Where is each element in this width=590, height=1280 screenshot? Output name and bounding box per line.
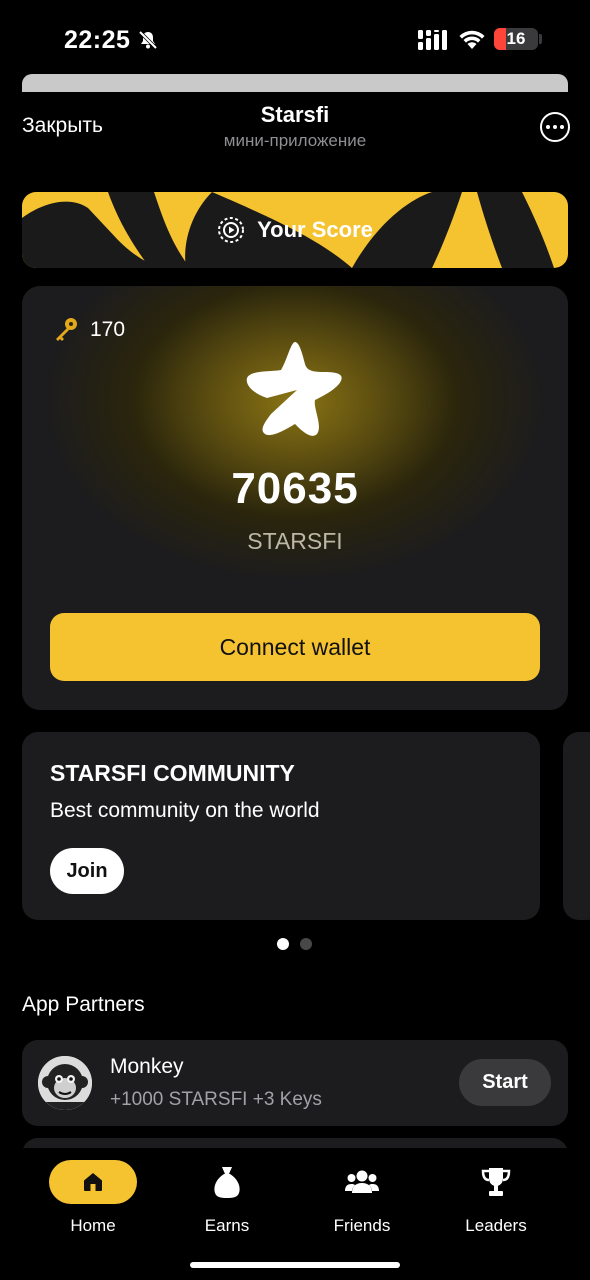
- money-bag-icon: [214, 1167, 240, 1198]
- community-description: Best community on the world: [50, 799, 320, 822]
- partner-reward: +1000 STARSFI +3 Keys: [110, 1089, 322, 1110]
- tab-leaders[interactable]: Leaders: [436, 1148, 556, 1248]
- tab-home[interactable]: Home: [33, 1148, 153, 1248]
- banner-label-row: Your Score: [22, 192, 568, 268]
- home-indicator[interactable]: [190, 1262, 400, 1268]
- your-score-banner[interactable]: Your Score: [22, 192, 568, 268]
- score-card: 170 70635 STARSFI Connect wallet: [22, 286, 568, 710]
- tab-friends-label: Friends: [333, 1216, 391, 1235]
- trophy-icon: [481, 1168, 511, 1196]
- start-button[interactable]: Start: [459, 1059, 551, 1106]
- app-subtitle: мини-приложение: [223, 131, 367, 150]
- more-options-button[interactable]: [540, 112, 570, 142]
- partner-name: Monkey: [110, 1055, 184, 1078]
- banner-label: Your Score: [257, 217, 373, 242]
- tab-earns-label: Earns: [204, 1216, 250, 1235]
- score-value: 70635: [231, 464, 359, 513]
- battery-indicator: 16: [494, 28, 538, 50]
- wifi-icon: [459, 30, 485, 49]
- score-unit: STARSFI: [247, 528, 343, 554]
- partners-section-title: App Partners: [22, 993, 145, 1016]
- status-time: 22:25: [64, 26, 131, 54]
- community-card[interactable]: STARSFI COMMUNITY Best community on the …: [22, 732, 540, 920]
- bottom-tab-bar: Home Earns Friends Leaders: [0, 1148, 590, 1280]
- connect-wallet-button[interactable]: Connect wallet: [50, 613, 540, 681]
- join-button[interactable]: Join: [50, 848, 124, 894]
- tab-friends[interactable]: Friends: [302, 1148, 422, 1248]
- partner-item[interactable]: Monkey +1000 STARSFI +3 Keys Start: [22, 1040, 568, 1126]
- carousel-dot-active[interactable]: [277, 938, 289, 950]
- tab-leaders-label: Leaders: [465, 1216, 527, 1235]
- app-title: Starsfi: [260, 102, 330, 127]
- starsfi-logo-icon: [246, 342, 342, 436]
- battery-level: 16: [506, 29, 526, 48]
- home-icon-pill: [49, 1160, 137, 1204]
- keys-count: 170: [90, 318, 126, 341]
- battery-tip: [539, 34, 542, 44]
- muted-bell-icon: [138, 30, 158, 50]
- community-title: STARSFI COMMUNITY: [50, 760, 295, 786]
- monkey-avatar: [38, 1056, 92, 1110]
- carousel-dot[interactable]: [300, 938, 312, 950]
- keys-counter: 170: [52, 316, 125, 344]
- tab-home-label: Home: [70, 1216, 116, 1235]
- next-carousel-card[interactable]: [563, 732, 590, 920]
- cellular-signal-icon: [418, 30, 447, 50]
- score-target-icon: [218, 217, 245, 243]
- sheet-handle[interactable]: [22, 74, 568, 92]
- tab-earns[interactable]: Earns: [167, 1148, 287, 1248]
- key-icon: [56, 318, 77, 341]
- friends-icon: [345, 1170, 379, 1193]
- home-icon: [84, 1173, 102, 1191]
